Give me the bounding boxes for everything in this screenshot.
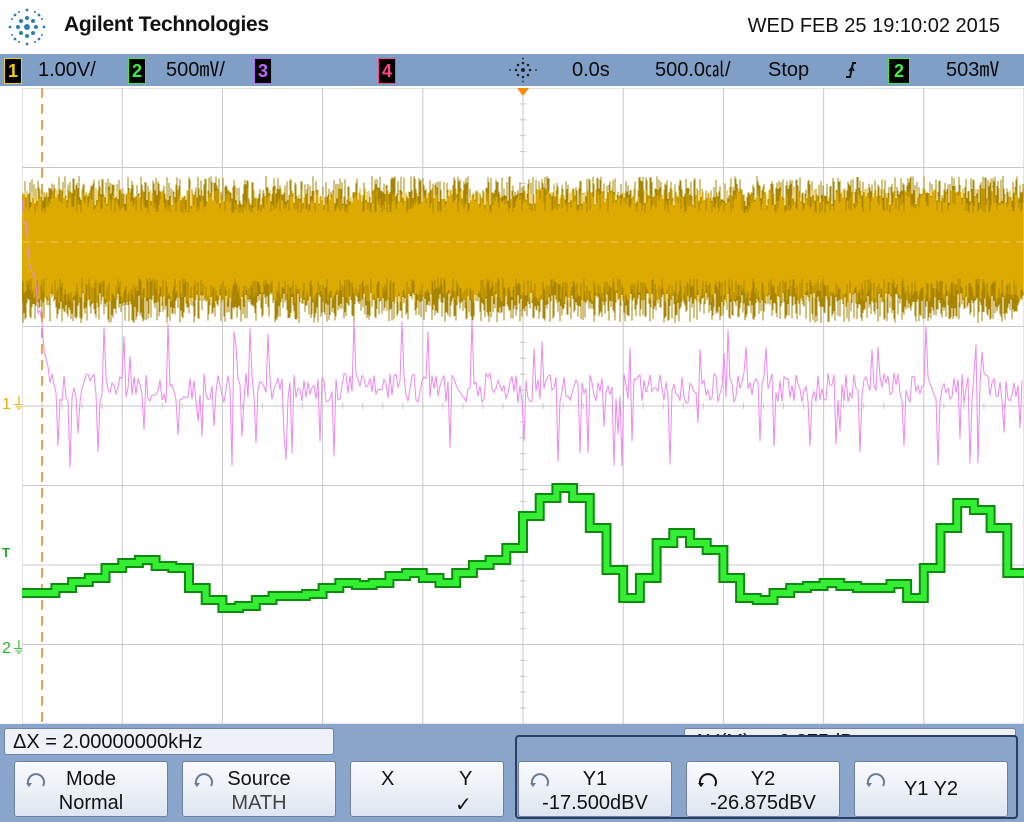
waveform-display[interactable]	[21, 87, 1024, 725]
left-marker-strip: 1⏚ T 2⏚	[0, 88, 27, 724]
source-value: MATH	[231, 792, 287, 814]
ch1-indicator[interactable]: 1	[4, 58, 22, 84]
agilent-spark-icon	[8, 8, 46, 46]
y2-label: Y2	[750, 768, 776, 790]
y-label: Y	[459, 768, 473, 790]
mode-label: Mode	[65, 768, 117, 790]
brand-name: Agilent Technologies	[64, 13, 269, 36]
y-selected-check: ✓	[455, 794, 472, 816]
date-time: WED FEB 25 19:10:02 2015	[747, 15, 1000, 37]
y1-label: Y1	[582, 768, 608, 790]
time-scale[interactable]: 500.0㎈/	[655, 58, 731, 82]
ch2-scale[interactable]: 500㎷/	[166, 58, 225, 82]
header-bar: Agilent Technologies WED FEB 25 19:10:02…	[0, 0, 1024, 54]
y1-value: -17.500dBV	[542, 792, 648, 814]
run-state[interactable]: Stop	[768, 58, 809, 82]
ch1-scale[interactable]: 1.00V/	[38, 58, 96, 82]
trigger-position-marker	[517, 88, 529, 96]
rising-edge-icon	[846, 62, 856, 78]
xy-softkey[interactable]: X Y ✓	[350, 761, 504, 817]
delta-x-readout: ΔX = 2.00000000kHz	[4, 728, 334, 755]
ch2-indicator[interactable]: 2	[128, 58, 146, 84]
mode-value: Normal	[58, 792, 124, 814]
trigger-marker[interactable]: T	[2, 545, 10, 560]
timebase-spark-icon	[509, 57, 537, 83]
channel-status-bar: 1 1.00V/ 2 500㎷/ 3 4 0.0s 500.0㎈/ Stop 2…	[0, 54, 1024, 86]
ch4-indicator[interactable]: 4	[378, 58, 396, 84]
y1y2-softkey[interactable]: Y1 Y2	[854, 761, 1008, 817]
y1-softkey[interactable]: Y1 -17.500dBV	[518, 761, 672, 817]
y2-softkey[interactable]: Y2 -26.875dBV	[686, 761, 840, 817]
ch3-indicator[interactable]: 3	[254, 58, 272, 84]
y2-value: -26.875dBV	[710, 792, 816, 814]
waveform-graticule	[21, 87, 1024, 725]
source-label: Source	[227, 768, 291, 790]
source-softkey[interactable]: Source MATH	[182, 761, 336, 817]
x-label: X	[381, 768, 395, 790]
trigger-level[interactable]: 503㎷	[946, 58, 999, 82]
time-delay[interactable]: 0.0s	[572, 58, 610, 82]
y1y2-label: Y1 Y2	[903, 778, 959, 800]
trigger-channel[interactable]: 2	[888, 58, 910, 84]
mode-softkey[interactable]: Mode Normal	[14, 761, 168, 817]
